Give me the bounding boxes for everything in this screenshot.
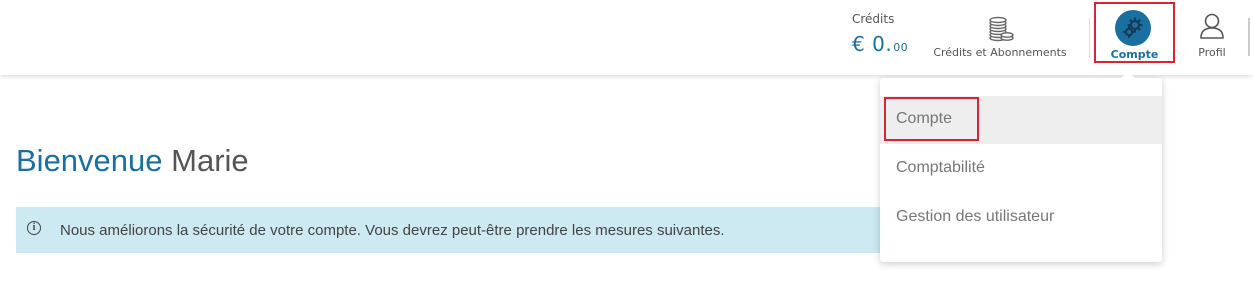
credits-amount: € 0.00 [852, 32, 908, 56]
notice-text: Nous améliorons la sécurité de votre com… [60, 222, 725, 239]
credits-currency: € [852, 32, 866, 56]
credits-balance: Crédits € 0.00 [852, 12, 908, 56]
user-icon [1199, 12, 1225, 44]
dropdown-item-comptabilite[interactable]: Comptabilité [880, 145, 1162, 193]
dropdown-item-label: Compte [896, 110, 953, 127]
nav-divider [1089, 18, 1090, 58]
dropdown-item-gestion-utilisateurs[interactable]: Gestion des utilisateur [880, 194, 1162, 242]
credits-cents: 00 [893, 41, 909, 54]
account-dropdown-menu: Compte Comptabilité Gestion des utilisat… [880, 71, 1162, 262]
profile-nav-label: Profil [1198, 46, 1226, 59]
credits-subscriptions-nav[interactable]: Crédits et Abonnements [928, 0, 1072, 75]
account-nav-label: Compte [1110, 48, 1159, 61]
info-icon: i [27, 221, 41, 235]
dropdown-item-label: Gestion des utilisateur [896, 208, 1055, 225]
page-title: Bienvenue Marie [16, 143, 249, 179]
user-name: Marie [171, 143, 249, 178]
top-navigation-bar: Crédits € 0.00 Crédits et Abonnements Co… [0, 0, 1253, 75]
account-nav-button[interactable]: Compte [1094, 2, 1175, 63]
credits-label: Crédits [852, 12, 895, 26]
profile-nav[interactable]: Profil [1190, 0, 1234, 75]
credits-whole: 0. [872, 32, 893, 56]
security-notice-banner: i Nous améliorons la sécurité de votre c… [16, 207, 896, 253]
welcome-word: Bienvenue [16, 143, 163, 178]
header-edge-divider [1248, 18, 1250, 56]
gears-icon [1115, 10, 1151, 46]
credits-subscriptions-label: Crédits et Abonnements [933, 46, 1067, 59]
dropdown-item-compte[interactable]: Compte [880, 96, 1162, 144]
coins-icon [986, 14, 1014, 46]
dropdown-item-label: Comptabilité [896, 159, 985, 176]
dropdown-caret [1121, 71, 1135, 78]
